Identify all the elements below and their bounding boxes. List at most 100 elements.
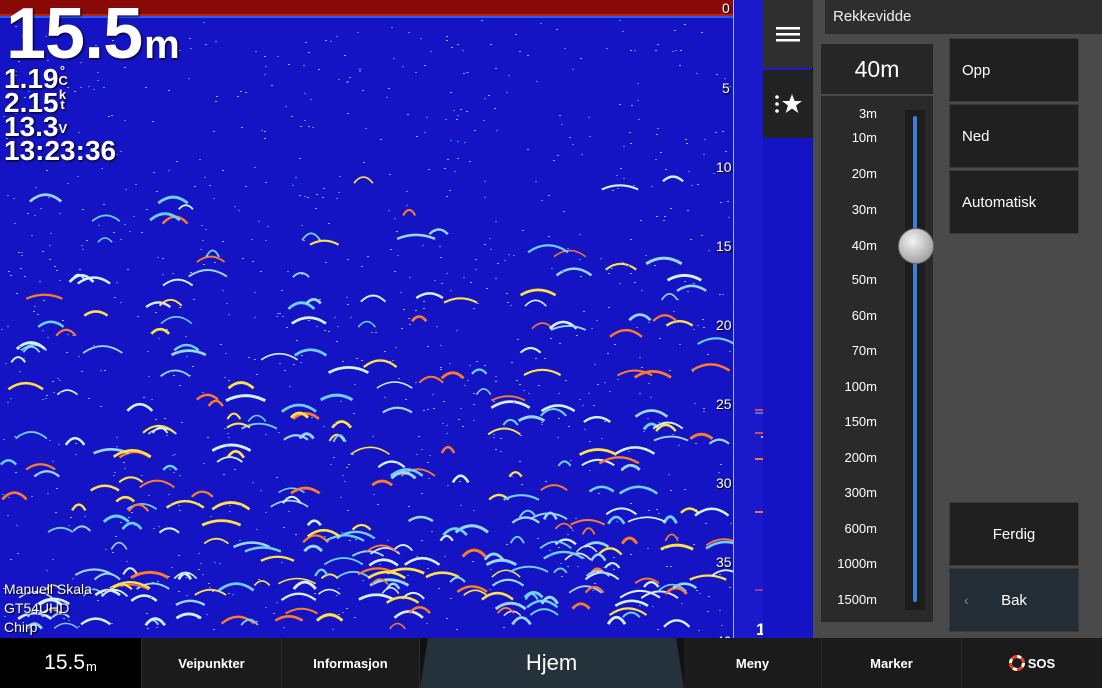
fish-arch [578, 448, 618, 456]
noise-speck [287, 271, 289, 272]
range-down-button[interactable]: Ned [949, 104, 1079, 168]
range-option[interactable]: 20m [852, 166, 877, 181]
range-option[interactable]: 1500m [837, 592, 877, 607]
noise-speck [540, 23, 542, 24]
noise-speck [616, 521, 618, 522]
noise-speck [548, 236, 550, 237]
noise-speck [206, 614, 208, 615]
range-option[interactable]: 150m [844, 414, 877, 429]
noise-speck [719, 574, 721, 575]
noise-speck [341, 532, 343, 533]
marks-button[interactable]: Marker [822, 638, 962, 688]
noise-speck [367, 256, 369, 257]
noise-speck [197, 618, 199, 619]
noise-speck [108, 116, 110, 117]
noise-speck [699, 593, 701, 594]
noise-speck [611, 268, 613, 269]
fish-arch [581, 458, 615, 467]
information-button[interactable]: Informasjon [282, 638, 420, 688]
range-option[interactable]: 200m [844, 450, 877, 465]
fish-arch [293, 348, 328, 357]
noise-speck [237, 96, 239, 97]
noise-speck [323, 426, 325, 427]
range-option[interactable]: 3m [859, 106, 877, 121]
noise-speck [125, 189, 127, 190]
noise-speck [697, 184, 699, 185]
noise-speck [554, 612, 556, 613]
noise-speck [131, 512, 133, 513]
range-option[interactable]: 10m [852, 130, 877, 145]
noise-speck [39, 281, 41, 282]
noise-speck [677, 299, 679, 300]
noise-speck [658, 422, 660, 423]
fish-arch [317, 588, 341, 595]
range-option[interactable]: 30m [852, 202, 877, 217]
range-auto-button[interactable]: Automatisk [949, 170, 1079, 234]
noise-speck [322, 197, 324, 198]
home-button[interactable]: Hjem [420, 638, 684, 688]
noise-speck [173, 472, 175, 473]
waypoints-button[interactable]: Veipunkter [142, 638, 282, 688]
noise-speck [527, 149, 529, 150]
fish-arch [627, 516, 667, 523]
menu-button[interactable]: Meny [684, 638, 822, 688]
noise-speck [336, 595, 338, 596]
range-option[interactable]: 50m [852, 272, 877, 287]
range-option[interactable]: 40m [852, 238, 877, 253]
fish-arch [190, 490, 214, 498]
noise-speck [728, 217, 730, 218]
sos-button[interactable]: SOS [962, 638, 1102, 688]
menu-toggle-button[interactable] [763, 0, 813, 68]
noise-speck [256, 374, 258, 375]
noise-speck [216, 96, 218, 97]
noise-speck [219, 563, 221, 564]
range-option[interactable]: 300m [844, 485, 877, 500]
noise-speck [288, 511, 290, 512]
range-option[interactable]: 70m [852, 343, 877, 358]
noise-speck [323, 188, 325, 189]
noise-speck [355, 539, 357, 540]
noise-speck [148, 495, 150, 496]
readout-value: 13:23:36 [4, 135, 117, 166]
noise-speck [390, 249, 392, 250]
range-slider[interactable]: 3m 10m 20m 30m 40m 50m 60m 70m 100m 150m 200m 300m 6… [821, 96, 934, 622]
noise-speck [441, 283, 443, 284]
noise-speck [347, 304, 349, 305]
range-option[interactable]: 600m [844, 521, 877, 536]
favorites-button[interactable] [763, 70, 813, 138]
noise-speck [168, 494, 170, 495]
noise-speck [430, 51, 432, 52]
noise-speck [264, 131, 266, 132]
noise-speck [228, 593, 230, 594]
noise-speck [616, 175, 618, 176]
done-button[interactable]: Ferdig [949, 502, 1079, 566]
noise-speck [398, 378, 400, 379]
noise-speck [265, 512, 267, 513]
noise-speck [203, 264, 205, 265]
noise-speck [24, 276, 26, 277]
noise-speck [580, 276, 582, 277]
range-option[interactable]: 1000m [837, 556, 877, 571]
range-up-button[interactable]: Opp [949, 38, 1079, 102]
noise-speck [446, 273, 448, 274]
noise-speck [126, 561, 128, 562]
range-option[interactable]: 100m [844, 379, 877, 394]
fish-arch [115, 495, 135, 503]
slider-knob[interactable] [898, 228, 934, 264]
readout-unit-bottom: C [58, 73, 68, 88]
fish-arch [351, 523, 372, 531]
noise-speck [308, 52, 310, 53]
noise-speck [105, 549, 107, 550]
noise-speck [377, 504, 379, 505]
noise-speck [353, 413, 355, 414]
selected-range-display: 40m [821, 44, 933, 94]
depth-scale-tick: 35 [716, 554, 732, 570]
noise-speck [481, 20, 483, 21]
noise-speck [718, 472, 720, 473]
sonar-view[interactable]: 15.5m 1.19° C 2.15k t 13.3 V 13:23:36 Manue… [0, 0, 733, 638]
noise-speck [106, 590, 108, 591]
range-option[interactable]: 60m [852, 308, 877, 323]
noise-speck [185, 577, 187, 578]
back-button[interactable]: ‹ Bak [949, 568, 1079, 632]
noise-speck [630, 503, 632, 504]
